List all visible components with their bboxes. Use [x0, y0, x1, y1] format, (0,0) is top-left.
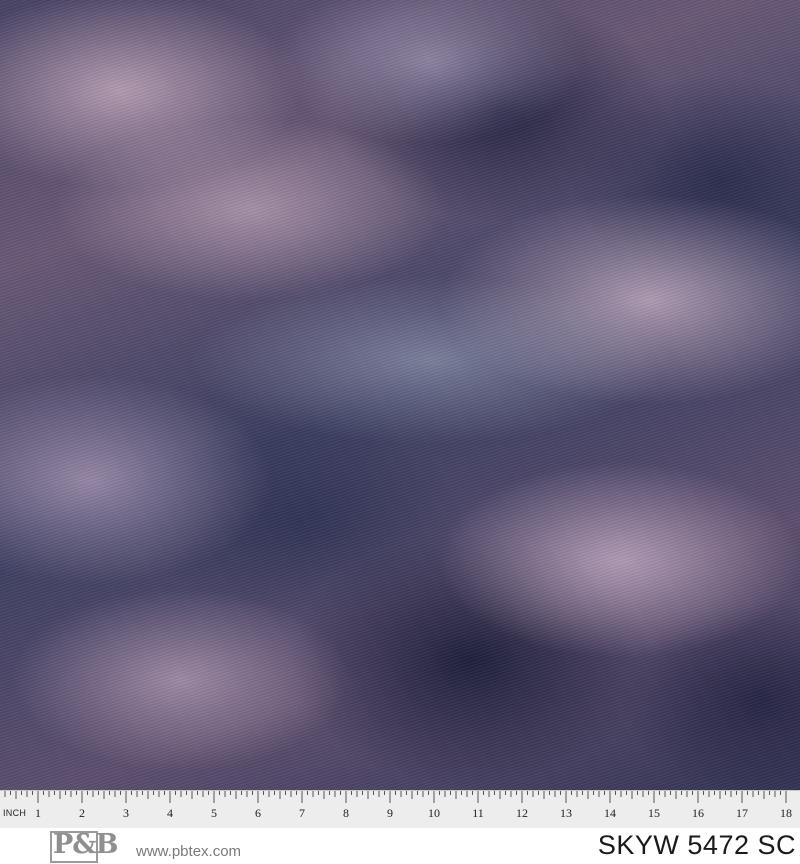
- website-link[interactable]: www.pbtex.com: [136, 843, 241, 860]
- ruler-number: 9: [387, 806, 393, 820]
- ruler-number: 18: [780, 806, 792, 820]
- product-sku: SKYW 5472 SC: [597, 830, 796, 860]
- ruler-number: 5: [211, 806, 217, 820]
- ruler-unit-label: INCH: [3, 808, 27, 818]
- pb-logo: P&B: [50, 829, 128, 863]
- ruler-number: 11: [472, 806, 484, 820]
- ruler-number: 12: [516, 806, 528, 820]
- ruler-number: 17: [736, 806, 748, 820]
- ruler-number: 4: [167, 806, 173, 820]
- ruler-number: 10: [428, 806, 440, 820]
- fabric-swatch-image: [0, 0, 800, 790]
- logo-text: P&B: [53, 829, 118, 860]
- ruler-number: 1: [35, 806, 41, 820]
- ruler-ticks: [4, 791, 787, 803]
- inch-ruler: INCH 1 2 3 4 5 6 7 8 9 10 11 12 13 14 15 16 17 18: [0, 790, 800, 829]
- ruler-number: 2: [79, 806, 85, 820]
- ruler-number: 7: [299, 806, 305, 820]
- ruler-number: 14: [604, 806, 616, 820]
- ruler-number: 15: [648, 806, 660, 820]
- footer-bar: P&B www.pbtex.com SKYW 5472 SC: [0, 828, 800, 864]
- ruler-number: 16: [692, 806, 704, 820]
- ruler-number: 3: [123, 806, 129, 820]
- ruler-number: 6: [255, 806, 261, 820]
- ruler-number: 8: [343, 806, 349, 820]
- ruler-number: 13: [560, 806, 572, 820]
